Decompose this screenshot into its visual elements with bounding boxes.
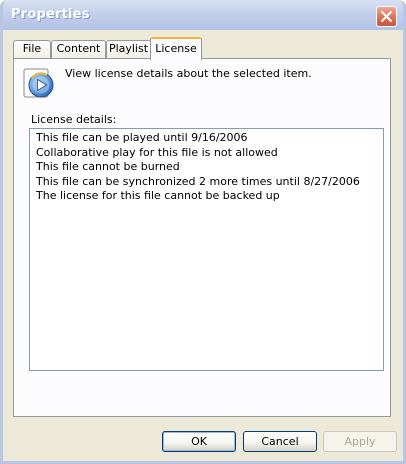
cancel-button-label: Cancel bbox=[261, 435, 299, 448]
list-item: The license for this file cannot be back… bbox=[36, 189, 280, 202]
license-details-list[interactable]: This file can be played until 9/16/2006 … bbox=[29, 128, 384, 371]
properties-dialog: Properties File Content Playlist License… bbox=[0, 0, 406, 464]
info-text: View license details about the selected … bbox=[65, 67, 312, 80]
apply-button[interactable]: Apply bbox=[323, 431, 397, 452]
tab-file[interactable]: File bbox=[13, 40, 51, 58]
window-title: Properties bbox=[11, 7, 90, 22]
tab-content[interactable]: Content bbox=[51, 40, 106, 58]
tab-file-label: File bbox=[22, 42, 42, 55]
close-icon bbox=[381, 11, 392, 22]
tab-license[interactable]: License bbox=[150, 37, 202, 60]
list-item: Collaborative play for this file is not … bbox=[36, 145, 278, 159]
ok-button[interactable]: OK bbox=[162, 431, 236, 452]
media-player-icon bbox=[23, 68, 54, 98]
tab-content-label: Content bbox=[56, 42, 101, 55]
title-bar[interactable]: Properties bbox=[3, 0, 403, 30]
list-item: This file cannot be burned bbox=[36, 160, 180, 173]
list-item: This file can be synchronized 2 more tim… bbox=[36, 174, 360, 188]
close-button[interactable] bbox=[376, 6, 397, 27]
tab-playlist-label: Playlist bbox=[108, 42, 149, 55]
tab-license-label: License bbox=[155, 42, 197, 55]
cancel-button[interactable]: Cancel bbox=[243, 431, 317, 452]
tab-playlist[interactable]: Playlist bbox=[106, 40, 151, 58]
license-details-label: License details: bbox=[31, 113, 117, 126]
apply-button-label: Apply bbox=[344, 435, 376, 448]
list-item: This file can be played until 9/16/2006 bbox=[36, 131, 248, 144]
ok-button-label: OK bbox=[191, 435, 207, 448]
